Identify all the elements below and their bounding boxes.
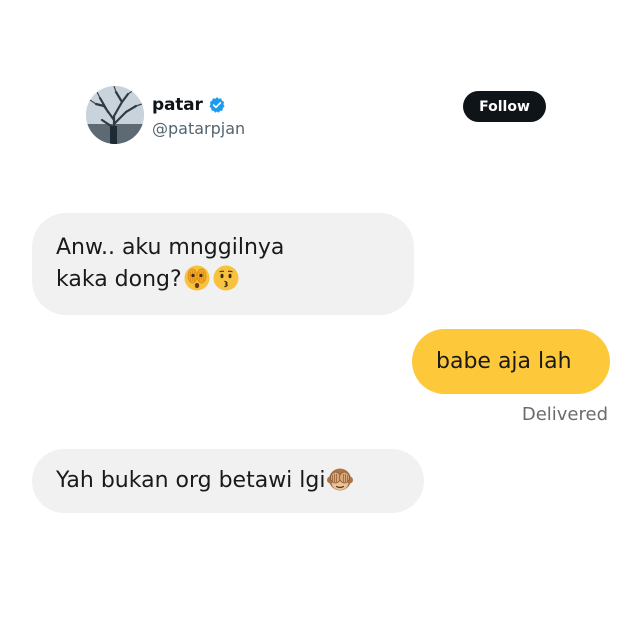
- user-handle[interactable]: @patarpjan: [152, 119, 245, 138]
- avatar-tree-photo-icon: [86, 86, 144, 144]
- display-name[interactable]: patar: [152, 95, 203, 115]
- verified-badge-icon: [209, 97, 225, 113]
- kissing-face-emoji: [212, 264, 240, 292]
- follow-button[interactable]: Follow: [463, 91, 546, 122]
- message-text-line: Anw.. aku mnggilnya: [56, 235, 285, 260]
- avatar[interactable]: [86, 86, 144, 144]
- tweet-screenshot: patar @patarpjan Follow Anw.. aku mnggil…: [0, 0, 640, 640]
- outgoing-message-bubble: babe aja lah: [412, 329, 610, 394]
- message-text-line: kaka dong?: [56, 267, 182, 292]
- see-no-evil-monkey-emoji: [326, 465, 354, 493]
- name-row: patar: [152, 93, 226, 117]
- message-text: Yah bukan org betawi lgi: [56, 468, 326, 493]
- message-text: babe aja lah: [436, 349, 572, 374]
- incoming-message-bubble: Anw.. aku mnggilnya kaka dong?: [32, 213, 414, 315]
- message-text-line-with-emojis: kaka dong?: [56, 264, 390, 296]
- face-with-hands-over-eyes-emoji: [183, 264, 211, 292]
- delivery-status: Delivered: [521, 404, 608, 425]
- incoming-message-bubble: Yah bukan org betawi lgi: [32, 449, 424, 513]
